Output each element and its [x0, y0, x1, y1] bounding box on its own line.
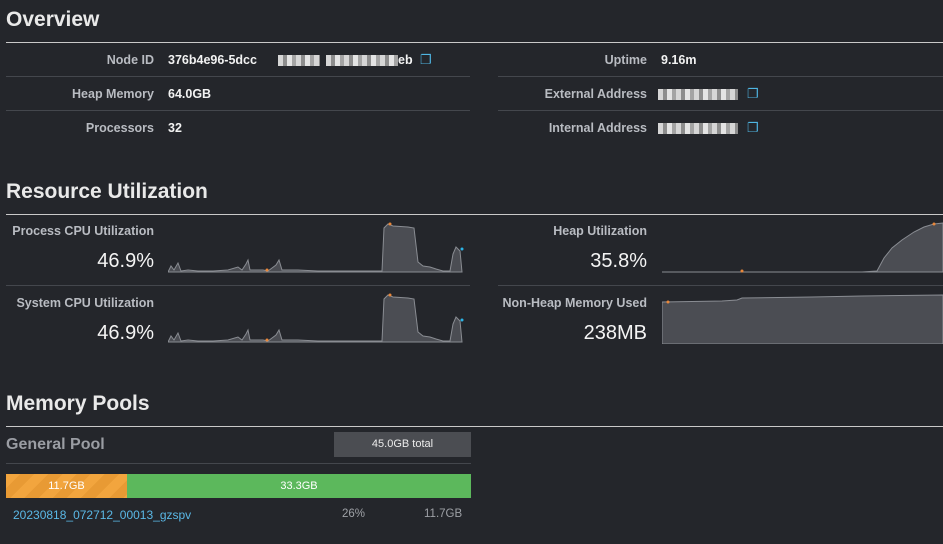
internal-address-label: Internal Address	[548, 121, 647, 135]
node-id-label: Node ID	[106, 53, 154, 67]
overview-divider	[6, 42, 943, 43]
clipboard-copy-icon[interactable]: ❐	[747, 120, 759, 136]
query-percent: 26%	[342, 508, 366, 520]
heap-utilization-value: 35.8%	[590, 250, 647, 272]
uptime-label: Uptime	[604, 53, 647, 67]
process-cpu-value: 46.9%	[97, 250, 154, 272]
min-marker	[265, 338, 269, 342]
redacted-node-id-part2	[326, 55, 398, 66]
pool-total-badge: 45.0GB total	[334, 432, 471, 457]
redacted-internal-address	[658, 123, 738, 134]
heap-memory-label: Heap Memory	[72, 87, 154, 101]
general-pool-title: General Pool	[6, 436, 105, 453]
uptime-value: 9.16m	[661, 53, 697, 67]
row-divider	[498, 110, 943, 111]
row-divider	[6, 110, 470, 111]
non-heap-label: Non-Heap Memory Used	[502, 296, 647, 310]
max-marker	[388, 293, 392, 297]
process-cpu-label: Process CPU Utilization	[12, 224, 154, 238]
non-heap-sparkline	[662, 294, 943, 344]
heap-utilization-label: Heap Utilization	[553, 224, 647, 238]
node-id-value: 376b4e96-5dcc	[168, 53, 257, 67]
query-id-link[interactable]: 20230818_072712_00013_gzspv	[13, 508, 191, 522]
memory-pools-heading: Memory Pools	[6, 392, 150, 415]
resource-divider	[6, 214, 943, 215]
max-marker	[932, 222, 936, 226]
heap-utilization-sparkline	[662, 222, 943, 273]
clipboard-copy-icon[interactable]: ❐	[747, 86, 759, 102]
min-marker	[740, 269, 744, 273]
min-marker	[265, 268, 269, 272]
redacted-external-address	[658, 89, 738, 100]
min-marker	[666, 300, 670, 304]
external-address-label: External Address	[544, 87, 647, 101]
memory-divider	[6, 426, 943, 427]
current-marker	[460, 247, 464, 251]
free-memory-bar[interactable]: 33.3GB	[127, 474, 471, 498]
current-marker	[460, 318, 464, 322]
max-marker	[388, 222, 392, 226]
row-divider	[6, 76, 470, 77]
non-heap-value: 238MB	[583, 322, 647, 344]
system-cpu-label: System CPU Utilization	[16, 296, 154, 310]
system-cpu-value: 46.9%	[97, 322, 154, 344]
overview-heading: Overview	[6, 8, 100, 31]
node-id-value-end: eb	[398, 53, 413, 67]
reserved-memory-bar[interactable]: 11.7GB	[6, 474, 127, 498]
heap-memory-value: 64.0GB	[168, 87, 212, 101]
row-divider	[498, 285, 943, 286]
clipboard-copy-icon[interactable]: ❐	[420, 52, 432, 68]
row-divider	[6, 285, 470, 286]
system-cpu-sparkline	[168, 293, 464, 343]
redacted-node-id-part1	[278, 55, 320, 66]
processors-label: Processors	[85, 121, 154, 135]
resource-utilization-heading: Resource Utilization	[6, 180, 208, 203]
process-cpu-sparkline	[168, 222, 464, 273]
row-divider	[6, 463, 471, 464]
row-divider	[498, 76, 943, 77]
query-size: 11.7GB	[424, 508, 463, 520]
processors-value: 32	[168, 121, 182, 135]
